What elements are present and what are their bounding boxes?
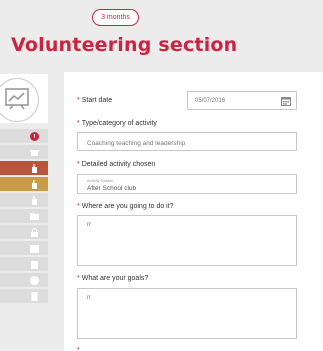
activity-type-field[interactable]: Coaching teaching and leadership [77, 132, 297, 151]
sidebar-item-volunteering[interactable] [0, 161, 48, 176]
sidebar-item-lock[interactable] [0, 225, 48, 240]
sidebar-item-physical[interactable] [0, 193, 48, 208]
next-field-label: * [77, 347, 80, 351]
activity-type-label: * Type/category of activity [77, 120, 157, 127]
location-textarea[interactable]: rr [77, 215, 297, 266]
hand-icon [32, 196, 37, 205]
sidebar-item-document[interactable] [0, 289, 48, 304]
volunteering-form: * Start date 05/07/2016 * Type/category of… [64, 72, 323, 351]
sidebar-item-calendar[interactable] [0, 241, 48, 256]
start-date-field[interactable]: 05/07/2016 [187, 91, 297, 110]
avatar[interactable] [0, 74, 48, 123]
sidebar-item-clipboard[interactable] [0, 257, 48, 272]
page-title: Volunteering section [11, 34, 238, 56]
location-label: * Where are you going to do it? [77, 203, 174, 210]
sidebar-item-skills[interactable] [0, 177, 48, 192]
activity-detail-label: * Detailed activity chosen [77, 161, 156, 168]
clipboard-icon [31, 261, 38, 269]
sidebar-item-folder[interactable] [0, 209, 48, 224]
start-date-label: * Start date [77, 97, 113, 104]
calendar-icon[interactable] [281, 96, 291, 106]
lock-icon [31, 228, 38, 237]
activity-detail-small-label: Activity Details [87, 178, 114, 183]
sidebar-item-gift[interactable] [0, 145, 48, 160]
activity-detail-value: After School club [87, 185, 137, 192]
avatar-frame [0, 78, 39, 122]
sidebar-item-alerts[interactable] [0, 129, 48, 144]
calendar-icon [30, 245, 39, 253]
folder-icon [30, 213, 39, 220]
sidebar-item-help[interactable] [0, 273, 48, 288]
document-icon [31, 292, 38, 301]
activity-detail-field[interactable]: Activity Details After School club [77, 174, 297, 194]
alert-icon [30, 132, 39, 141]
avatar-chart-icon [5, 88, 29, 110]
goals-textarea[interactable]: rr [77, 288, 297, 339]
hand-icon [32, 180, 37, 189]
help-icon [30, 276, 39, 285]
hand-icon [32, 164, 37, 173]
gift-icon [30, 150, 39, 156]
side-rail [0, 74, 48, 351]
goals-label: * What are your goals? [77, 275, 149, 282]
duration-badge: 3 months [92, 9, 139, 26]
